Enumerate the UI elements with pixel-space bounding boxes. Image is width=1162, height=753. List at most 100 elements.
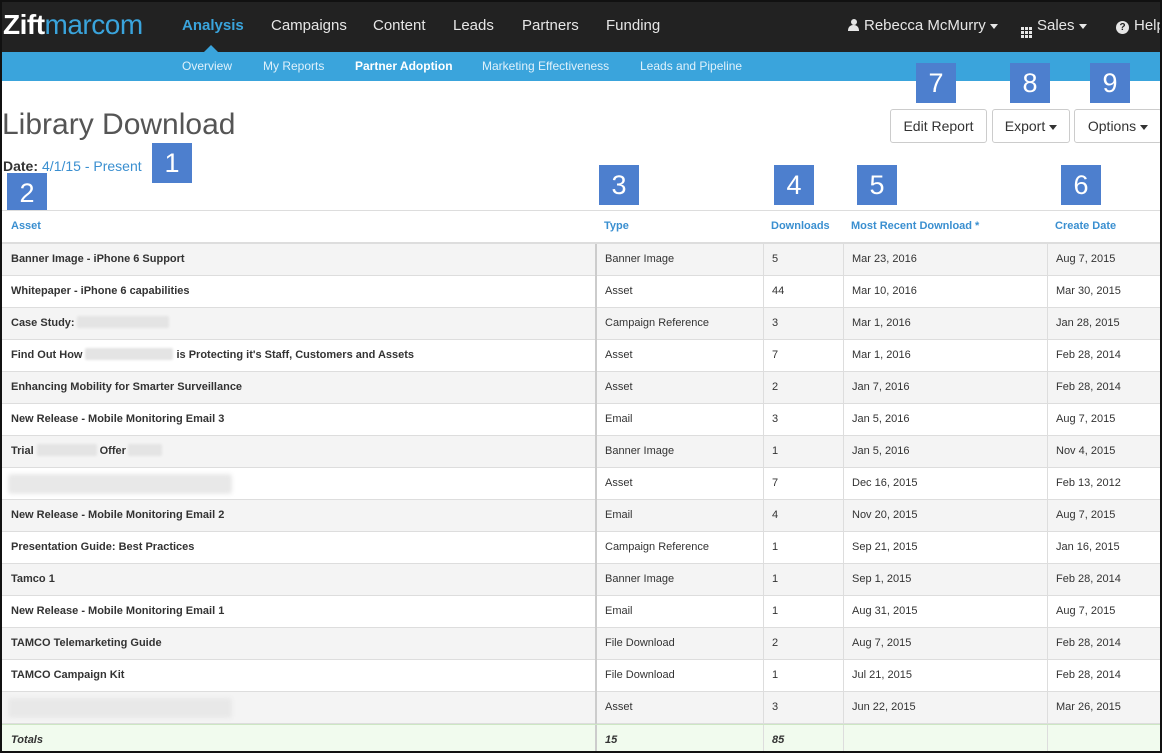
- most-recent-download-cell: Nov 20, 2015: [852, 509, 918, 521]
- redacted-text: [36, 444, 97, 456]
- table-row[interactable]: Asset 7 Dec 16, 2015 Feb 13, 2012: [0, 468, 1162, 500]
- asset-name-text: Tamco 1: [11, 573, 55, 585]
- type-cell: Email: [605, 509, 633, 521]
- nav-content[interactable]: Content: [373, 0, 426, 52]
- table-row[interactable]: Find Out How is Protecting it's Staff, Cu…: [0, 340, 1162, 372]
- chevron-down-icon: [1140, 124, 1149, 130]
- table-row[interactable]: Whitepaper - iPhone 6 capabilities Asset 4…: [0, 276, 1162, 308]
- table-row[interactable]: Enhancing Mobility for Smarter Surveilla…: [0, 372, 1162, 404]
- asset-name-text: Banner Image - iPhone 6 Support: [11, 253, 185, 265]
- type-cell: Banner Image: [605, 253, 675, 265]
- nav-leads[interactable]: Leads: [453, 0, 494, 52]
- most-recent-download-cell: Dec 16, 2015: [852, 477, 918, 489]
- asset-name-cell: Banner Image - iPhone 6 Support: [11, 244, 185, 276]
- create-date-cell: Jan 16, 2015: [1056, 541, 1120, 553]
- asset-name-cell: Enhancing Mobility for Smarter Surveilla…: [11, 372, 242, 404]
- column-divider: [1047, 660, 1048, 692]
- column-header-downloads[interactable]: Downloads: [771, 211, 830, 242]
- type-cell: Banner Image: [605, 573, 675, 585]
- column-divider: [1047, 532, 1048, 564]
- table-row[interactable]: Banner Image - iPhone 6 Support Banner Im…: [0, 244, 1162, 276]
- create-date-cell: Mar 26, 2015: [1056, 701, 1121, 713]
- column-divider: [763, 404, 764, 436]
- column-divider: [1047, 340, 1048, 372]
- table-row[interactable]: TAMCO Campaign Kit File Download 1 Jul 21, …: [0, 660, 1162, 692]
- column-divider: [763, 276, 764, 308]
- date-range-link[interactable]: 4/1/15 - Present: [42, 158, 142, 174]
- ziftmarcom-logo[interactable]: Ziftmarcom: [3, 8, 143, 42]
- column-divider: [843, 308, 844, 340]
- downloads-cell: 3: [772, 701, 779, 713]
- asset-name-text: New Release - Mobile Monitoring Email 3: [11, 413, 225, 425]
- column-divider: [843, 660, 844, 692]
- export-button[interactable]: Export: [992, 109, 1070, 143]
- asset-name-cell: TAMCO Campaign Kit: [11, 660, 124, 692]
- marker-1: 1: [152, 143, 192, 183]
- most-recent-download-cell: Mar 1, 2016: [852, 349, 911, 361]
- chevron-down-icon: [1078, 23, 1087, 29]
- table-row[interactable]: New Release - Mobile Monitoring Email 3 E…: [0, 404, 1162, 436]
- edit-report-button[interactable]: Edit Report: [890, 109, 987, 143]
- column-divider: [1047, 276, 1048, 308]
- create-date-cell: Aug 7, 2015: [1056, 605, 1116, 617]
- column-divider: [763, 340, 764, 372]
- type-cell: Asset: [605, 701, 633, 713]
- column-header-most-recent-download[interactable]: Most Recent Download *: [851, 211, 979, 242]
- table-row[interactable]: Case Study: Campaign Reference 3 Mar 1, 201…: [0, 308, 1162, 340]
- sales-label: Sales: [1037, 17, 1075, 34]
- subnav-my-reports[interactable]: My Reports: [263, 52, 324, 81]
- column-divider: [595, 596, 597, 628]
- table-row[interactable]: Presentation Guide: Best Practices Campai…: [0, 532, 1162, 564]
- table-row[interactable]: TAMCO Telemarketing Guide File Download 2 A…: [0, 628, 1162, 660]
- downloads-cell: 3: [772, 317, 779, 329]
- subnav-leads-and-pipeline[interactable]: Leads and Pipeline: [640, 52, 742, 81]
- asset-name-text: is Protecting it's Staff, Customers and …: [176, 349, 415, 361]
- downloads-cell: 2: [772, 381, 779, 393]
- column-divider: [595, 244, 597, 276]
- export-label: Export: [1004, 118, 1046, 134]
- column-divider: [1047, 500, 1048, 532]
- nav-campaigns[interactable]: Campaigns: [271, 0, 347, 52]
- type-cell: Asset: [605, 477, 633, 489]
- redacted-text: [85, 348, 174, 360]
- asset-name-text: Whitepaper - iPhone 6 capabilities: [11, 285, 190, 297]
- table-row[interactable]: New Release - Mobile Monitoring Email 1 E…: [0, 596, 1162, 628]
- asset-name-cell: New Release - Mobile Monitoring Email 1: [11, 596, 224, 628]
- most-recent-download-cell: Jun 22, 2015: [852, 701, 916, 713]
- table-row[interactable]: Trial Offer Banner Image 1 Jan 5, 2016 Nov 4,…: [0, 436, 1162, 468]
- table-row[interactable]: Tamco 1 Banner Image 1 Sep 1, 2015 Feb 28, 2…: [0, 564, 1162, 596]
- column-header-create-date[interactable]: Create Date: [1055, 211, 1116, 242]
- help-menu[interactable]: ? Help: [1116, 0, 1162, 52]
- table-row[interactable]: Asset 3 Jun 22, 2015 Mar 26, 2015: [0, 692, 1162, 724]
- type-cell: Asset: [605, 381, 633, 393]
- sales-menu[interactable]: Sales: [1021, 0, 1087, 52]
- column-divider: [843, 692, 844, 724]
- column-divider: [1047, 692, 1048, 724]
- create-date-cell: Feb 13, 2012: [1056, 477, 1121, 489]
- nav-partners[interactable]: Partners: [522, 0, 579, 52]
- column-divider: [763, 436, 764, 468]
- asset-name-text: Offer: [99, 445, 126, 457]
- create-date-cell: Feb 28, 2014: [1056, 573, 1121, 585]
- downloads-cell: 1: [772, 669, 779, 681]
- create-date-cell: Jan 28, 2015: [1056, 317, 1120, 329]
- subnav-marketing-effectiveness[interactable]: Marketing Effectiveness: [482, 52, 609, 81]
- column-header-type[interactable]: Type: [604, 211, 629, 242]
- downloads-cell: 7: [772, 349, 779, 361]
- column-divider: [1047, 308, 1048, 340]
- help-label: Help: [1134, 17, 1162, 34]
- nav-funding[interactable]: Funding: [606, 0, 660, 52]
- column-header-asset[interactable]: Asset: [11, 211, 41, 242]
- table-row[interactable]: New Release - Mobile Monitoring Email 2 E…: [0, 500, 1162, 532]
- column-divider: [763, 244, 764, 276]
- subnav-overview[interactable]: Overview: [182, 52, 232, 81]
- user-menu[interactable]: Rebecca McMurry: [848, 0, 998, 52]
- most-recent-download-cell: Jan 7, 2016: [852, 381, 910, 393]
- most-recent-download-cell: Jan 5, 2016: [852, 413, 910, 425]
- subnav-partner-adoption[interactable]: Partner Adoption: [355, 52, 453, 81]
- options-button[interactable]: Options: [1074, 109, 1162, 143]
- type-cell: Banner Image: [605, 445, 675, 457]
- column-divider: [843, 276, 844, 308]
- column-divider: [595, 404, 597, 436]
- asset-name-cell: Find Out How is Protecting it's Staff, Cu…: [11, 340, 414, 372]
